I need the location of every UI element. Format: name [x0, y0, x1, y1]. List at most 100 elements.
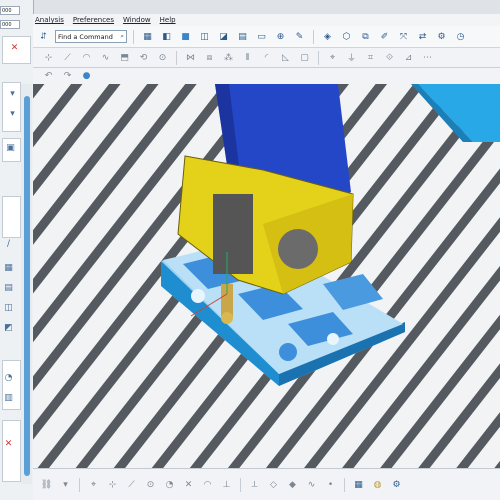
view-icon[interactable]: ◧ — [159, 30, 174, 43]
toolbar-secondary: ⊹ ⟋ ◠ ∿ ⬒ ⟲ ⊙ ⋈ ⧈ ⁂ ⫴ ◜ ◺ ▢ ⌖ ⏚ ⌗ ⟐ ⊿ ⋯ — [33, 48, 500, 68]
toolbar-main: ⮃ Find a Command ⌕ ▦ ◧ ■ ◫ ◪ ▤ ▭ ⊕ ✎ ◈ ⬡… — [33, 26, 500, 48]
mirror-icon[interactable]: ⫴ — [240, 51, 255, 64]
tool-icon-2[interactable]: ▤ — [2, 282, 15, 294]
menu-window[interactable]: Window — [123, 16, 151, 24]
curve-icon[interactable]: ∕ — [2, 238, 15, 250]
analysis-icon[interactable]: ⊿ — [401, 51, 416, 64]
graphics-viewport[interactable] — [33, 84, 500, 468]
body-icon[interactable]: ◆ — [285, 478, 300, 491]
offset-icon[interactable]: ⧈ — [202, 51, 217, 64]
frame-icon[interactable]: ▭ — [254, 30, 269, 43]
menu-bar: Analysis Preferences Window Help — [33, 14, 500, 26]
clock-icon[interactable]: ◷ — [453, 30, 468, 43]
tool-icon[interactable]: ⚙ — [434, 30, 449, 43]
point-icon[interactable]: ⊹ — [41, 51, 56, 64]
panel-block-4 — [2, 196, 21, 238]
link-icon[interactable]: ⛓ — [39, 478, 54, 491]
separator — [240, 477, 241, 492]
move-icon[interactable]: ⤧ — [396, 30, 411, 43]
snap-icon-2[interactable]: ⌖ — [86, 478, 101, 491]
history-icon[interactable]: ↶ — [41, 70, 56, 83]
snap-icon[interactable]: ⌖ — [325, 51, 340, 64]
hole-icon[interactable]: ⊙ — [155, 51, 170, 64]
face-icon[interactable]: ◇ — [266, 478, 281, 491]
separator — [176, 50, 177, 65]
blend-icon[interactable]: ◜ — [259, 51, 274, 64]
tool-icon-4[interactable]: ◩ — [2, 322, 15, 334]
redo-icon[interactable]: ↷ — [60, 70, 75, 83]
shade-icon[interactable]: ◪ — [216, 30, 231, 43]
perpendicular-icon[interactable]: ⊥ — [219, 478, 234, 491]
orient-icon[interactable]: ⟐ — [382, 51, 397, 64]
cutter-tip — [221, 312, 233, 324]
find-command-input[interactable]: Find a Command ⌕ — [55, 30, 127, 43]
assembly-icon[interactable]: ⧉ — [358, 30, 373, 43]
separator — [313, 29, 314, 44]
render-icon[interactable]: ▦ — [351, 478, 366, 491]
quadrant-icon[interactable]: ◔ — [162, 478, 177, 491]
chamfer-icon[interactable]: ◺ — [278, 51, 293, 64]
head-slot — [213, 194, 253, 274]
filter-icon[interactable]: ⏚ — [344, 51, 359, 64]
part-icon[interactable]: ◈ — [320, 30, 335, 43]
window-icon[interactable]: ▣ — [4, 142, 17, 154]
status-toolbar: ⛓ ▾ ⌖ ⊹ ⟋ ⊙ ◔ ✕ ◠ ⊥ ⟂ ◇ ◆ ∿ • ▦ ◍ ⚙ — [33, 468, 500, 500]
extrude-icon[interactable]: ⬒ — [117, 51, 132, 64]
cube-icon[interactable]: ■ — [178, 30, 193, 43]
edge-icon[interactable]: ⟂ — [247, 478, 262, 491]
menu-analysis[interactable]: Analysis — [35, 16, 64, 24]
tool-icon-1[interactable]: ▦ — [2, 262, 15, 274]
menu-preferences[interactable]: Preferences — [73, 16, 114, 24]
intersection-icon[interactable]: ✕ — [181, 478, 196, 491]
color-icon[interactable]: ◍ — [370, 478, 385, 491]
toolpath-patch — [327, 333, 339, 345]
measure-icon[interactable]: ⊕ — [273, 30, 288, 43]
scene — [33, 84, 500, 468]
more-icon[interactable]: ⋯ — [420, 51, 435, 64]
revolve-icon[interactable]: ⟲ — [136, 51, 151, 64]
pattern-icon[interactable]: ⁂ — [221, 51, 236, 64]
select-icon[interactable]: ⮃ — [36, 30, 51, 43]
feature-icon[interactable]: ⬡ — [339, 30, 354, 43]
line-icon[interactable]: ⟋ — [60, 51, 75, 64]
sketch-icon[interactable]: ✎ — [292, 30, 307, 43]
endpoint-icon[interactable]: ⊹ — [105, 478, 120, 491]
grid-icon[interactable]: ▦ — [140, 30, 155, 43]
toggle-icon[interactable]: ▾ — [58, 478, 73, 491]
shell-icon[interactable]: ▢ — [297, 51, 312, 64]
scrollbar-thumb[interactable] — [24, 96, 30, 476]
search-icon[interactable]: ⌕ — [120, 32, 124, 41]
value-field-2-text: 000 — [2, 22, 12, 28]
point-icon-2[interactable]: • — [323, 478, 338, 491]
tool-icon-3[interactable]: ◫ — [2, 302, 15, 314]
edit-icon[interactable]: ✐ — [377, 30, 392, 43]
close-icon[interactable]: ✕ — [8, 42, 21, 54]
tool-icon-5[interactable]: ◔ — [2, 372, 15, 384]
dropdown-icon[interactable]: ▾ — [6, 88, 19, 100]
menu-help[interactable]: Help — [160, 16, 176, 24]
tool-icon-6[interactable]: ▥ — [2, 392, 15, 404]
curve-icon-2[interactable]: ∿ — [304, 478, 319, 491]
toolpath-patch — [279, 343, 297, 361]
arc-icon[interactable]: ◠ — [79, 51, 94, 64]
dropdown-icon-2[interactable]: ▾ — [6, 108, 19, 120]
sphere-icon[interactable]: ● — [79, 70, 94, 83]
tangent-icon[interactable]: ◠ — [200, 478, 215, 491]
value-field-1-text: 000 — [2, 8, 12, 14]
find-command-label: Find a Command — [58, 32, 113, 41]
trim-icon[interactable]: ⋈ — [183, 51, 198, 64]
spline-icon[interactable]: ∿ — [98, 51, 113, 64]
midpoint-icon[interactable]: ⟋ — [124, 478, 139, 491]
value-field-1[interactable]: 000 — [0, 6, 20, 15]
center-icon[interactable]: ⊙ — [143, 478, 158, 491]
display-icon[interactable]: ◫ — [197, 30, 212, 43]
layer-icon[interactable]: ▤ — [235, 30, 250, 43]
toolpath-patch — [191, 289, 205, 303]
close-icon-2[interactable]: ✕ — [2, 438, 15, 450]
arrow-icon[interactable]: ⇄ — [415, 30, 430, 43]
settings-icon[interactable]: ⚙ — [389, 478, 404, 491]
wcs-icon[interactable]: ⌗ — [363, 51, 378, 64]
separator — [318, 50, 319, 65]
value-field-2[interactable]: 000 — [0, 20, 20, 29]
separator — [344, 477, 345, 492]
